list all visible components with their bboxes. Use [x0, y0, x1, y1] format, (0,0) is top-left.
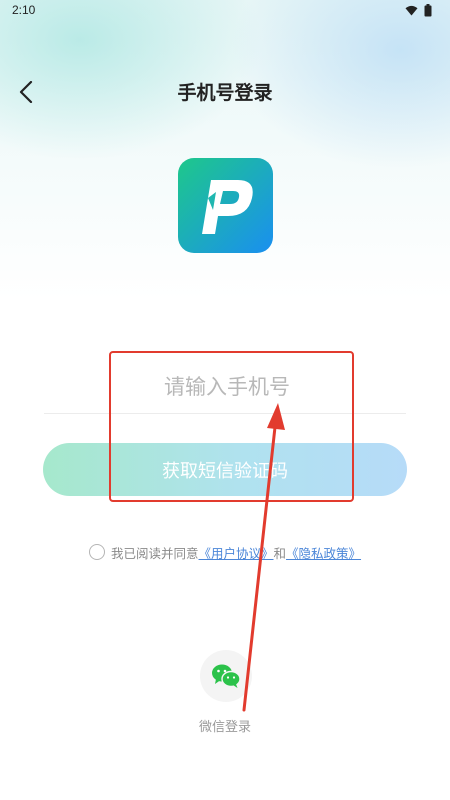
agreement-prefix: 我已阅读并同意	[110, 545, 199, 561]
status-bar: 2:10	[0, 0, 450, 22]
status-icons	[405, 4, 432, 17]
phone-input[interactable]	[44, 360, 410, 414]
agreement-row: 我已阅读并同意 《用户协议》 和 《隐私政策》	[0, 541, 450, 563]
app-logo-icon	[178, 158, 273, 253]
wechat-icon	[212, 664, 241, 688]
wechat-login-button[interactable]	[200, 650, 252, 702]
wechat-login-label: 微信登录	[198, 720, 251, 735]
agree-checkbox[interactable]	[88, 544, 105, 560]
agreement-and: 和	[273, 545, 287, 561]
page-title: 手机号登录	[177, 82, 273, 104]
wifi-icon	[405, 5, 418, 16]
status-time: 2:10	[12, 3, 36, 17]
privacy-policy-link[interactable]: 《隐私政策》	[286, 543, 361, 562]
battery-icon	[424, 4, 432, 17]
user-agreement-link[interactable]: 《用户协议》	[198, 543, 273, 562]
app-logo	[178, 158, 273, 253]
input-divider	[44, 413, 406, 414]
get-sms-code-button[interactable]: 获取短信验证码	[43, 443, 407, 496]
background-gradient	[0, 0, 450, 300]
